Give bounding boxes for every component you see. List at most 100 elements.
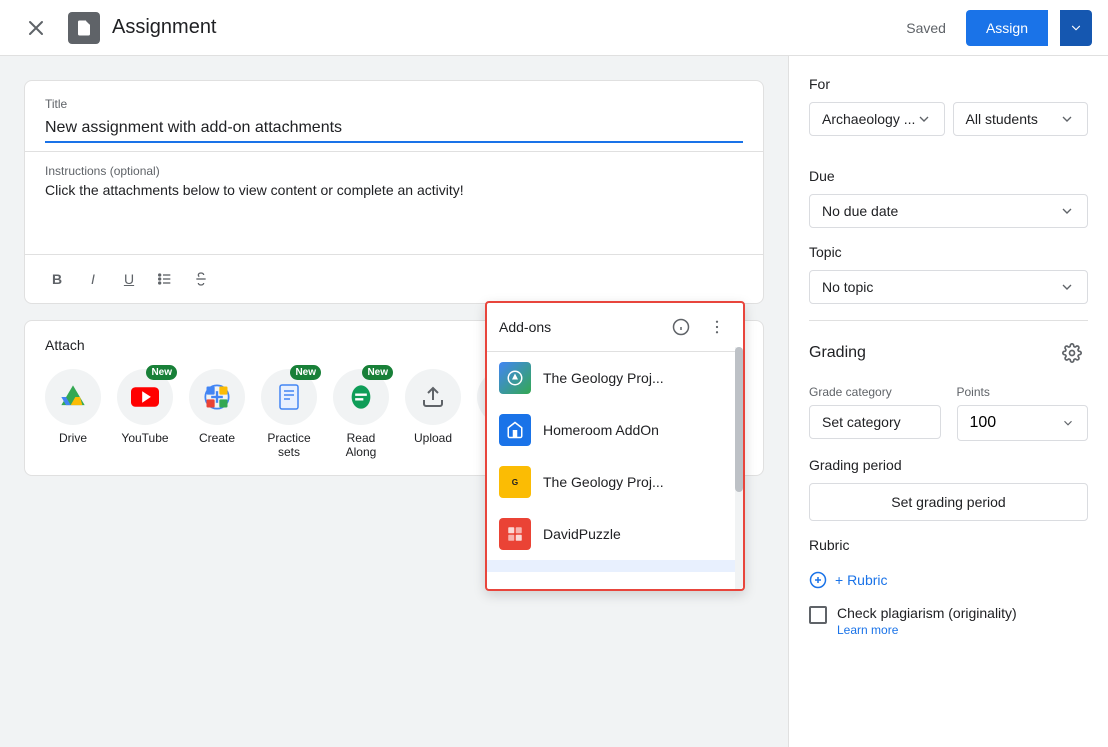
practice-sets-label: Practicesets: [267, 431, 310, 459]
attach-drive[interactable]: Drive: [45, 369, 101, 459]
plagiarism-row: Check plagiarism (originality) Learn mor…: [809, 605, 1088, 639]
title-label: Title: [45, 97, 743, 111]
topic-label: Topic: [809, 244, 1088, 260]
grading-header: Grading: [809, 337, 1088, 369]
youtube-label: YouTube: [121, 431, 168, 445]
main-content: Title Instructions (optional) Click the …: [0, 56, 1108, 747]
homeroom-icon: [499, 414, 531, 446]
students-dropdown-icon: [1059, 111, 1075, 127]
geology1-icon: [499, 362, 531, 394]
addon-geology2-label: The Geology Proj...: [543, 474, 731, 490]
addon-item-google-arts[interactable]: 🏛️ Google Arts & Cu...: [487, 560, 743, 572]
drive-label: Drive: [59, 431, 87, 445]
plagiarism-info: Check plagiarism (originality) Learn mor…: [837, 605, 1017, 639]
points-col: Points 100: [957, 385, 1089, 441]
class-value: Archaeology ...: [822, 111, 915, 127]
class-dropdown-icon: [916, 111, 932, 127]
geology2-icon: G: [499, 466, 531, 498]
attach-practice-sets[interactable]: New Practicesets: [261, 369, 317, 459]
divider: [809, 320, 1088, 321]
points-label: Points: [957, 385, 1089, 399]
grade-category-col: Grade category Set category: [809, 385, 941, 441]
addon-davidpuzzle-label: DavidPuzzle: [543, 526, 731, 542]
topic-value: No topic: [822, 279, 873, 295]
add-rubric-icon: [809, 571, 827, 589]
underline-button[interactable]: U: [113, 263, 145, 295]
topic-dropdown[interactable]: No topic: [809, 270, 1088, 304]
plagiarism-checkbox[interactable]: [809, 606, 827, 624]
page-title: Assignment: [112, 16, 894, 39]
instructions-text[interactable]: Click the attachments below to view cont…: [45, 182, 743, 242]
due-label: Due: [809, 168, 1088, 184]
close-button[interactable]: [16, 8, 56, 48]
italic-button[interactable]: I: [77, 263, 109, 295]
for-row: Archaeology ... All students: [809, 102, 1088, 152]
addons-header-icons: [667, 313, 731, 341]
addon-item-homeroom[interactable]: Homeroom AddOn: [487, 404, 743, 456]
points-value: 100: [970, 414, 997, 432]
svg-text:G: G: [512, 478, 518, 487]
attach-card: Attach Drive: [24, 320, 764, 476]
formatting-toolbar: B I U: [25, 254, 763, 303]
for-label: For: [809, 76, 1088, 92]
addon-item-geology1[interactable]: The Geology Proj...: [487, 352, 743, 404]
addons-menu-button[interactable]: [703, 313, 731, 341]
addon-scrollbar-thumb: [735, 347, 743, 492]
right-panel: For Archaeology ... All students Due No …: [788, 56, 1108, 747]
due-dropdown-icon: [1059, 203, 1075, 219]
attach-youtube[interactable]: New YouTube: [117, 369, 173, 459]
learn-more-link[interactable]: Learn more: [837, 623, 898, 637]
instructions-section: Instructions (optional) Click the attach…: [25, 151, 763, 254]
addons-header: Add-ons: [487, 303, 743, 352]
instructions-label: Instructions (optional): [45, 164, 743, 178]
upload-label: Upload: [414, 431, 452, 445]
create-label: Create: [199, 431, 235, 445]
addon-list: The Geology Proj... Homeroom AddOn: [487, 352, 743, 572]
addons-info-button[interactable]: [667, 313, 695, 341]
read-along-new-badge: New: [362, 365, 393, 380]
strikethrough-button[interactable]: [185, 263, 217, 295]
title-section: Title: [25, 81, 763, 151]
set-category-button[interactable]: Set category: [809, 405, 941, 439]
due-dropdown[interactable]: No due date: [809, 194, 1088, 228]
bold-button[interactable]: B: [41, 263, 73, 295]
grading-period-label: Grading period: [809, 457, 1088, 473]
addon-item-davidpuzzle[interactable]: DavidPuzzle: [487, 508, 743, 560]
grade-category-label: Grade category: [809, 385, 941, 399]
points-dropdown-icon: [1061, 416, 1075, 430]
plagiarism-label: Check plagiarism (originality): [837, 605, 1017, 621]
rubric-label: Rubric: [809, 537, 1088, 553]
addon-geology1-label: The Geology Proj...: [543, 370, 731, 386]
attach-read-along[interactable]: New ReadAlong: [333, 369, 389, 459]
assign-dropdown-button[interactable]: [1060, 10, 1092, 46]
addons-title: Add-ons: [499, 319, 551, 335]
practice-sets-new-badge: New: [290, 365, 321, 380]
grading-settings-button[interactable]: [1056, 337, 1088, 369]
set-grading-period-button[interactable]: Set grading period: [809, 483, 1088, 521]
class-dropdown[interactable]: Archaeology ...: [809, 102, 945, 136]
grading-title: Grading: [809, 344, 866, 362]
add-rubric-button[interactable]: + Rubric: [809, 563, 888, 597]
youtube-new-badge: New: [146, 365, 177, 380]
davidpuzzle-icon: [499, 518, 531, 550]
upload-icon: [405, 369, 461, 425]
addon-homeroom-label: Homeroom AddOn: [543, 422, 731, 438]
attach-create[interactable]: Create: [189, 369, 245, 459]
left-panel: Title Instructions (optional) Click the …: [0, 56, 788, 747]
title-input[interactable]: [45, 115, 743, 143]
assign-button[interactable]: Assign: [966, 10, 1048, 46]
create-icon: [189, 369, 245, 425]
addons-popup: Add-ons: [485, 301, 745, 591]
google-arts-icon: 🏛️: [499, 570, 531, 572]
addon-scrollbar-track[interactable]: [735, 347, 743, 589]
students-dropdown[interactable]: All students: [953, 102, 1089, 136]
saved-status: Saved: [906, 20, 946, 36]
read-along-label: ReadAlong: [346, 431, 377, 459]
due-value: No due date: [822, 203, 898, 219]
attach-upload[interactable]: Upload: [405, 369, 461, 459]
grade-points-row: Grade category Set category Points 100: [809, 385, 1088, 441]
list-button[interactable]: [149, 263, 181, 295]
points-dropdown[interactable]: 100: [957, 405, 1089, 441]
drive-icon: [45, 369, 101, 425]
addon-item-geology2[interactable]: G The Geology Proj...: [487, 456, 743, 508]
